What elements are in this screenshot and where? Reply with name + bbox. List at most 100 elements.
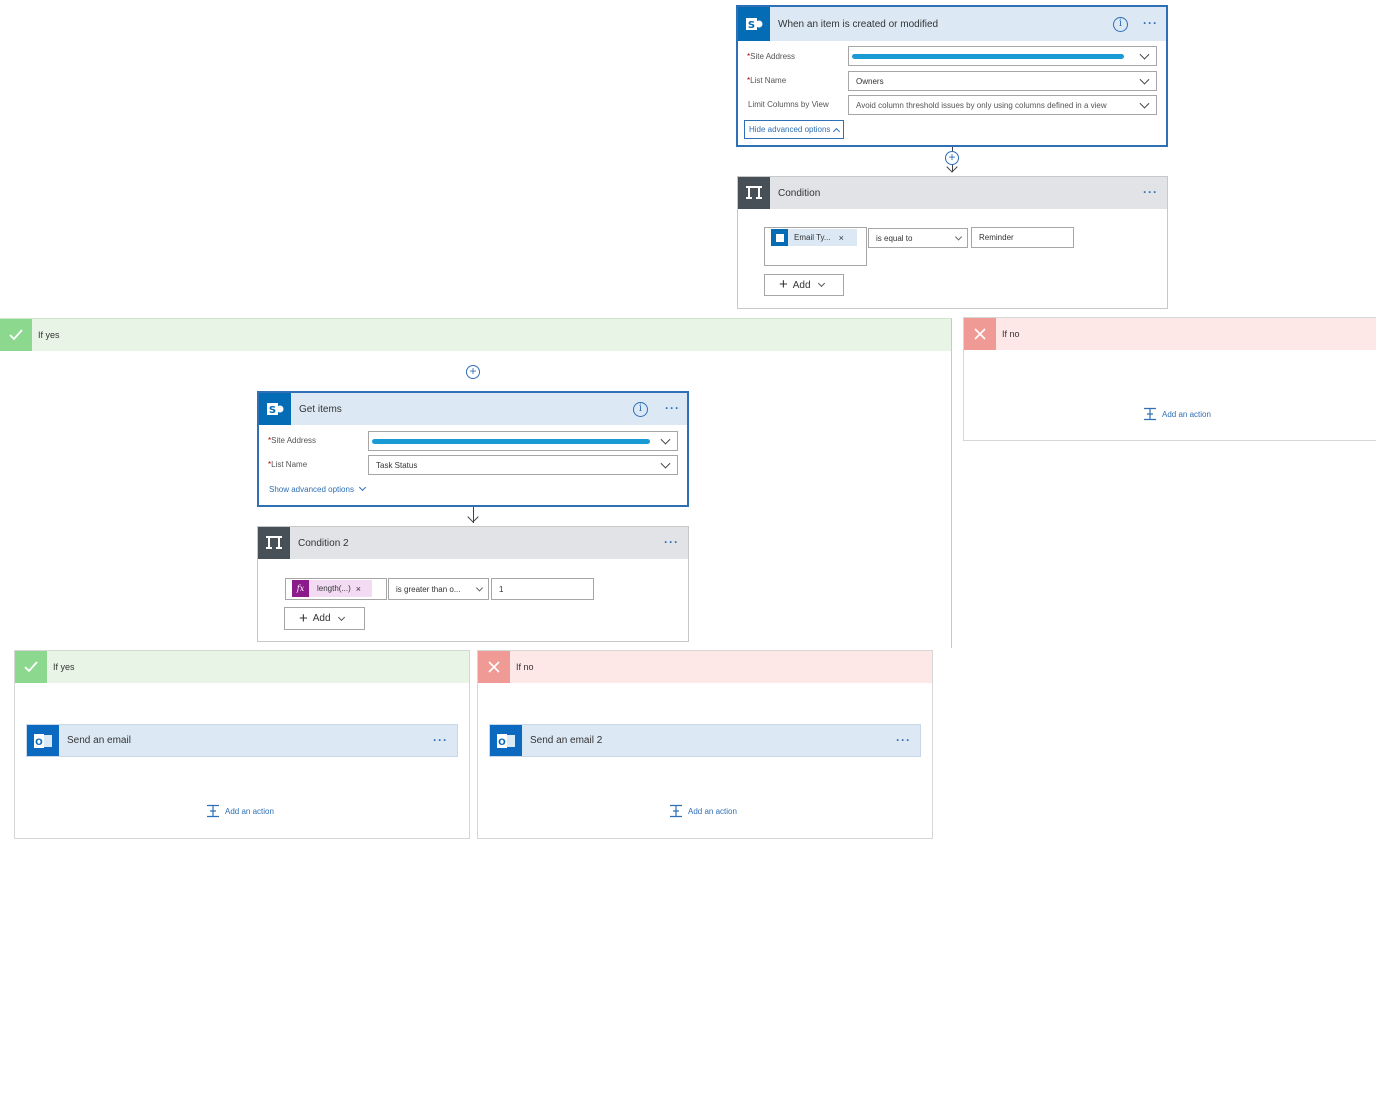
condition-card[interactable]: Condition ··· Email Ty... × is equal to …	[737, 176, 1168, 309]
get-items-card[interactable]: S Get items i ··· *Site Address *List Na…	[257, 391, 689, 507]
send-email-title: Send an email	[67, 735, 131, 746]
list-name-dropdown[interactable]: Task Status	[368, 455, 678, 475]
insert-step-icon[interactable]: +	[466, 365, 480, 379]
site-address-label: *Site Address	[268, 436, 317, 445]
more-options-icon[interactable]: ···	[665, 401, 680, 415]
inner-branch-if-yes: If yes O Send an email ··· Add an action	[14, 650, 470, 839]
outlook-icon: O	[490, 725, 522, 756]
hide-advanced-options-button[interactable]: Hide advanced options	[744, 120, 845, 139]
operator-value: is greater than o...	[396, 584, 461, 594]
condition-2-header[interactable]: Condition 2	[258, 527, 688, 559]
add-action-icon	[1144, 407, 1156, 421]
if-yes-header[interactable]: If yes	[0, 319, 951, 351]
remove-token-icon[interactable]: ×	[839, 233, 844, 243]
chevron-down-icon	[1139, 98, 1150, 109]
svg-text:S: S	[269, 405, 276, 416]
show-advanced-options-link[interactable]: Show advanced options	[269, 483, 367, 494]
close-icon	[478, 651, 510, 683]
outlook-icon	[771, 229, 788, 246]
info-icon[interactable]: i	[633, 402, 648, 417]
trigger-title: When an item is created or modified	[778, 18, 939, 30]
list-name-dropdown[interactable]: Owners	[848, 71, 1157, 91]
list-name-label: *List Name	[747, 76, 787, 85]
condition-value-input[interactable]: 1	[491, 578, 594, 600]
checkmark-icon	[15, 651, 47, 683]
token-label: length(...)	[317, 584, 351, 593]
if-yes-title: If yes	[38, 330, 60, 340]
list-name-value: Task Status	[376, 460, 418, 470]
add-label: Add	[792, 279, 811, 291]
more-options-icon[interactable]: ···	[1143, 16, 1158, 30]
chevron-down-icon	[1139, 74, 1150, 85]
trigger-header[interactable]: S When an item is created or modified	[738, 7, 1166, 41]
inner-if-no-header[interactable]: If no	[478, 651, 932, 683]
inner-if-no-title: If no	[516, 662, 534, 672]
chevron-down-icon	[660, 458, 671, 469]
add-an-action-button[interactable]: Add an action	[1143, 407, 1211, 421]
expression-token[interactable]: fx length(...) ×	[292, 580, 372, 597]
send-email-2-card[interactable]: O Send an email 2 ···	[489, 724, 921, 757]
more-options-icon[interactable]: ···	[664, 535, 679, 549]
checkmark-icon	[0, 319, 32, 351]
site-address-label: *Site Address	[747, 52, 796, 61]
info-icon[interactable]: i	[1113, 17, 1128, 32]
send-email-2-title: Send an email 2	[530, 735, 603, 746]
remove-token-icon[interactable]: ×	[356, 584, 361, 594]
chevron-down-icon	[660, 434, 671, 445]
outlook-icon: O	[27, 725, 59, 756]
limit-columns-value: Avoid column threshold issues by only us…	[856, 100, 1107, 110]
condition-value-input[interactable]: Reminder	[971, 227, 1074, 248]
get-items-title: Get items	[299, 403, 342, 415]
add-condition-button[interactable]: + Add	[764, 274, 844, 296]
inner-branch-if-no: If no O Send an email 2 ··· Add an actio…	[477, 650, 933, 839]
site-address-dropdown[interactable]	[848, 46, 1157, 66]
close-icon	[964, 318, 996, 350]
more-options-icon[interactable]: ···	[1143, 185, 1158, 199]
plus-icon: +	[779, 276, 788, 293]
redacted-value	[852, 54, 1124, 59]
sharepoint-icon: S	[738, 7, 770, 41]
operator-value: is equal to	[876, 233, 913, 243]
if-no-title: If no	[1002, 329, 1020, 339]
site-address-dropdown[interactable]	[368, 431, 678, 451]
condition-title: Condition	[778, 187, 821, 199]
get-items-header[interactable]: S Get items	[259, 393, 687, 425]
condition-header[interactable]: Condition	[738, 177, 1167, 209]
add-an-action-button[interactable]: Add an action	[669, 804, 737, 818]
chevron-down-icon	[1139, 49, 1150, 60]
add-an-action-button[interactable]: Add an action	[206, 804, 274, 818]
condition-value: Reminder	[979, 233, 1014, 242]
condition-icon	[738, 177, 770, 209]
svg-text:O: O	[498, 738, 506, 748]
add-action-icon	[670, 804, 682, 818]
add-action-icon	[207, 804, 219, 818]
chevron-up-icon	[833, 127, 841, 135]
chevron-down-icon	[954, 233, 963, 241]
add-condition-button[interactable]: + Add	[284, 607, 365, 630]
inner-if-yes-header[interactable]: If yes	[15, 651, 469, 683]
chevron-down-icon	[817, 279, 825, 288]
operator-dropdown[interactable]: is equal to	[868, 228, 968, 248]
chevron-down-icon	[337, 613, 345, 621]
branch-if-no: If no Add an action	[963, 317, 1376, 441]
operator-dropdown[interactable]: is greater than o...	[388, 578, 489, 600]
list-name-label: *List Name	[268, 460, 308, 469]
more-options-icon[interactable]: ···	[433, 733, 448, 747]
limit-columns-label: Limit Columns by View	[748, 100, 829, 109]
chevron-down-icon	[359, 483, 367, 492]
limit-columns-dropdown[interactable]: Avoid column threshold issues by only us…	[848, 95, 1157, 115]
svg-text:O: O	[35, 738, 43, 748]
inner-if-yes-title: If yes	[53, 662, 75, 672]
trigger-card[interactable]: S When an item is created or modified i …	[736, 5, 1168, 147]
dynamic-content-token[interactable]: Email Ty... ×	[771, 229, 857, 246]
more-options-icon[interactable]: ···	[896, 733, 911, 747]
if-no-header[interactable]: If no	[964, 318, 1376, 350]
condition-2-title: Condition 2	[298, 537, 349, 549]
list-name-value: Owners	[856, 76, 884, 86]
sharepoint-icon: S	[259, 393, 291, 425]
send-email-card[interactable]: O Send an email ···	[26, 724, 458, 757]
condition-2-card[interactable]: Condition 2 ··· fx length(...) × is grea…	[257, 526, 689, 642]
condition-value: 1	[499, 584, 504, 594]
svg-text:S: S	[748, 20, 755, 31]
add-label: Add	[312, 613, 331, 624]
